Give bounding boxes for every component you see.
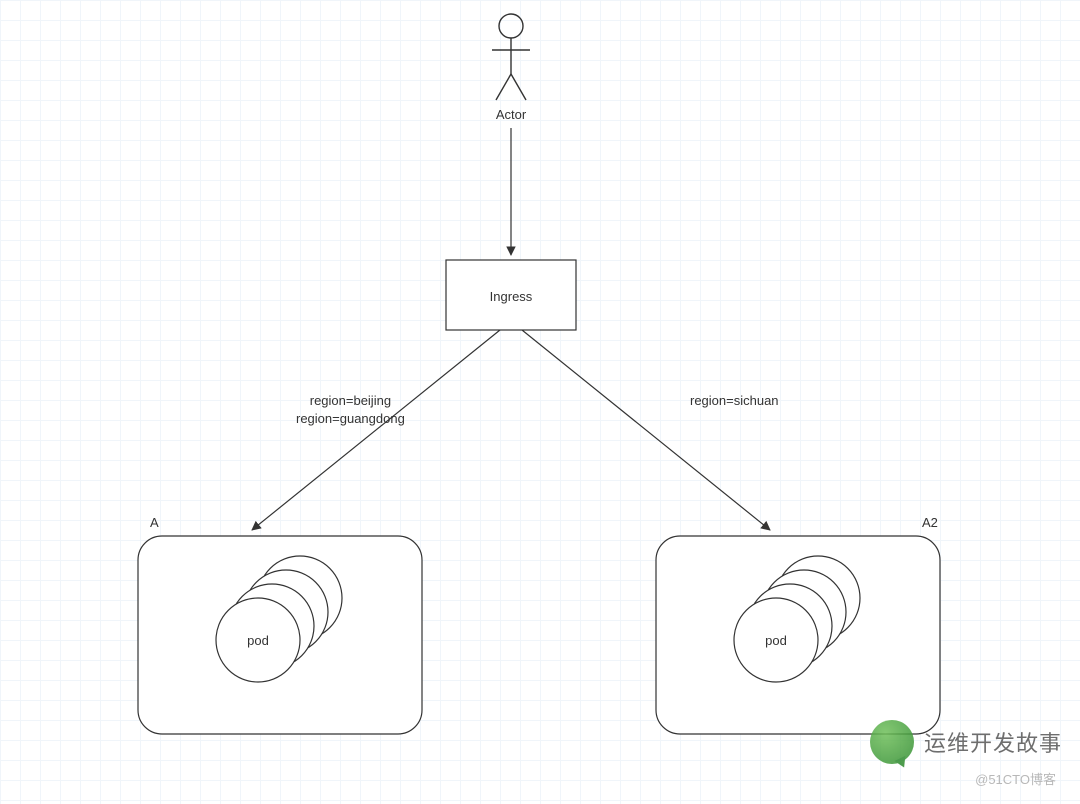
diagram-canvas (0, 0, 1080, 804)
edge-ingress-a (252, 330, 500, 530)
actor-icon (492, 14, 530, 100)
group-a-title: A (150, 514, 159, 532)
actor-label: Actor (496, 106, 526, 124)
edge-left-labels: region=beijing region=guangdong (296, 392, 405, 427)
edge-right-label: region=sichuan (690, 392, 779, 410)
group-a2-title: A2 (922, 514, 938, 532)
ingress-label: Ingress (490, 288, 533, 306)
edge-left-line1: region=beijing (296, 392, 405, 410)
edge-left-line2: region=guangdong (296, 410, 405, 428)
wechat-icon (870, 720, 914, 764)
edge-ingress-a2 (522, 330, 770, 530)
watermark: 运维开发故事 (870, 720, 1062, 764)
group-a2-pod-label: pod (765, 632, 787, 650)
group-a-pod-label: pod (247, 632, 269, 650)
attribution-text: @51CTO博客 (975, 769, 1056, 788)
watermark-text: 运维开发故事 (924, 726, 1062, 758)
